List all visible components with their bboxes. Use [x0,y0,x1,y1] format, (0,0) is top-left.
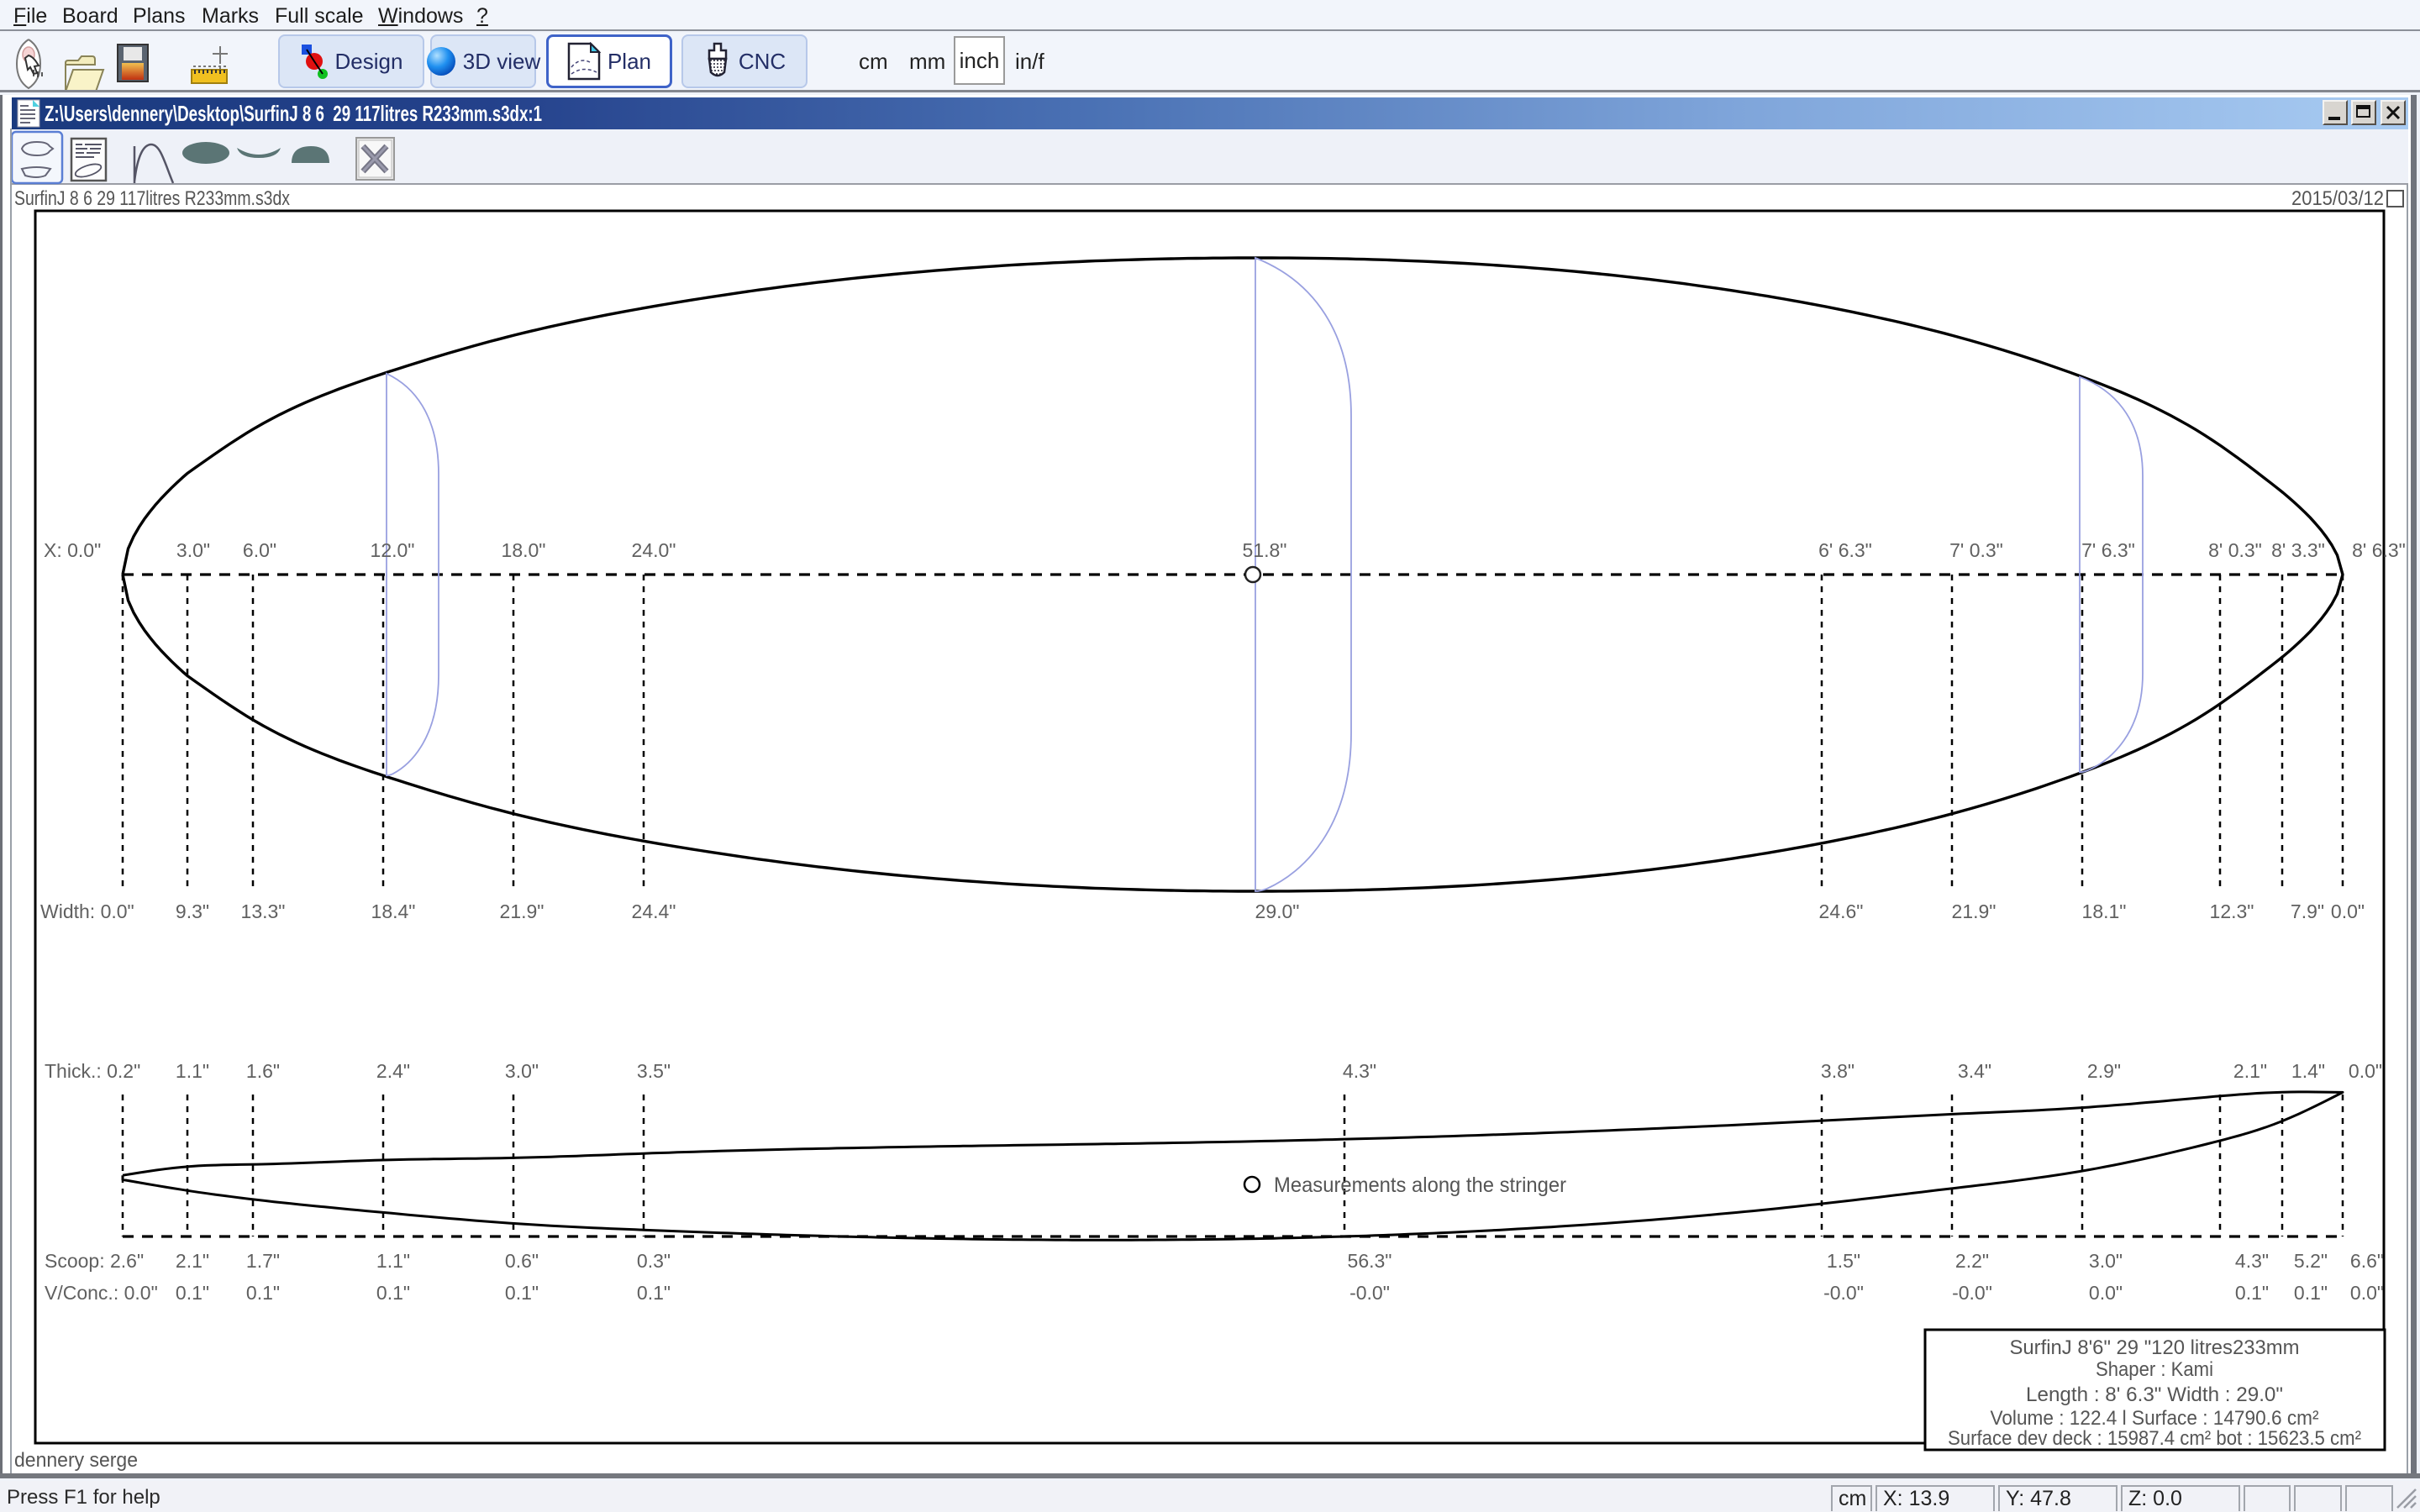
svg-text:Measurements along the stringe: Measurements along the stringer [1274,1173,1566,1197]
svg-text:4.3": 4.3" [2235,1250,2269,1272]
svg-text:0.1": 0.1" [246,1282,280,1304]
svg-text:0.1": 0.1" [176,1282,209,1304]
svg-text:Scoop: 2.6": Scoop: 2.6" [45,1250,144,1272]
svg-text:2.9": 2.9" [2087,1060,2121,1082]
svg-text:8' 6.3": 8' 6.3" [2352,539,2406,561]
svg-text:dennery serge: dennery serge [14,1449,138,1472]
svg-text:3.0": 3.0" [505,1060,539,1082]
svg-text:Width: 0.0": Width: 0.0" [40,900,134,922]
svg-text:0.0": 0.0" [2331,900,2365,922]
svg-text:5.2": 5.2" [2294,1250,2328,1272]
svg-text:-0.0": -0.0" [1952,1282,1992,1304]
svg-text:1.4": 1.4" [2291,1060,2325,1082]
svg-text:3.8": 3.8" [1821,1060,1854,1082]
svg-text:-0.0": -0.0" [1823,1282,1864,1304]
svg-text:0.6": 0.6" [505,1250,539,1272]
svg-text:24.0": 24.0" [632,539,676,561]
svg-text:51.8": 51.8" [1243,539,1287,561]
svg-text:Surface dev deck : 15987.4 cm²: Surface dev deck : 15987.4 cm² bot : 156… [1948,1427,2361,1450]
svg-text:2.1": 2.1" [2233,1060,2267,1082]
svg-text:9.3": 9.3" [176,900,209,922]
svg-text:0.1": 0.1" [505,1282,539,1304]
svg-text:SurfinJ 8 6 29 117litres R233: SurfinJ 8 6 29 117litres R233mm.s3dx [14,187,290,210]
svg-text:0.0": 0.0" [2350,1282,2384,1304]
svg-text:21.9": 21.9" [1952,900,1996,922]
svg-text:Thick.: 0.2": Thick.: 0.2" [45,1060,140,1082]
svg-text:0.1": 0.1" [376,1282,410,1304]
svg-text:2015/03/12: 2015/03/12 [2291,187,2384,210]
svg-text:8' 3.3": 8' 3.3" [2271,539,2325,561]
svg-text:0.1": 0.1" [637,1282,671,1304]
svg-text:3.0": 3.0" [176,539,210,561]
svg-text:12.3": 12.3" [2210,900,2254,922]
svg-text:Shaper : Kami: Shaper : Kami [2096,1358,2213,1381]
svg-text:3.0": 3.0" [2089,1250,2123,1272]
svg-text:12.0": 12.0" [371,539,415,561]
svg-text:1.1": 1.1" [376,1250,410,1272]
svg-text:0.0": 0.0" [2089,1282,2123,1304]
svg-text:7.9": 7.9" [2291,900,2324,922]
svg-text:7' 0.3": 7' 0.3" [1949,539,2003,561]
svg-text:18.4": 18.4" [371,900,416,922]
svg-text:Volume : 122.4 l Surface : 14: Volume : 122.4 l Surface : 14790.6 cm² [1991,1407,2319,1430]
svg-text:3.4": 3.4" [1958,1060,1991,1082]
svg-text:3.5": 3.5" [637,1060,671,1082]
svg-text:Length : 8' 6.3" Width : 29.0: Length : 8' 6.3" Width : 29.0" [2026,1383,2283,1406]
svg-text:8' 0.3": 8' 0.3" [2208,539,2262,561]
svg-text:0.3": 0.3" [637,1250,671,1272]
svg-text:0.1": 0.1" [2294,1282,2328,1304]
svg-text:2.2": 2.2" [1955,1250,1989,1272]
svg-text:6.0": 6.0" [243,539,276,561]
svg-text:-0.0": -0.0" [1349,1282,1390,1304]
svg-text:18.1": 18.1" [2082,900,2127,922]
svg-text:2.1": 2.1" [176,1250,209,1272]
svg-text:0.0": 0.0" [2349,1060,2382,1082]
svg-text:29.0": 29.0" [1255,900,1300,922]
svg-text:V/Conc.: 0.0": V/Conc.: 0.0" [45,1282,158,1304]
svg-text:SurfinJ 8'6" 29 "120 litres23: SurfinJ 8'6" 29 "120 litres233mm [2010,1336,2300,1359]
svg-text:1.1": 1.1" [176,1060,209,1082]
svg-text:56.3": 56.3" [1348,1250,1392,1272]
svg-text:1.5": 1.5" [1827,1250,1860,1272]
svg-text:6.6": 6.6" [2350,1250,2384,1272]
svg-text:1.7": 1.7" [246,1250,280,1272]
svg-text:2.4": 2.4" [376,1060,410,1082]
svg-text:6' 6.3": 6' 6.3" [1818,539,1872,561]
svg-text:4.3": 4.3" [1343,1060,1376,1082]
svg-text:18.0": 18.0" [502,539,546,561]
svg-text:24.6": 24.6" [1819,900,1864,922]
svg-text:21.9": 21.9" [500,900,544,922]
svg-text:13.3": 13.3" [241,900,286,922]
svg-text:7' 6.3": 7' 6.3" [2081,539,2135,561]
svg-text:1.6": 1.6" [246,1060,280,1082]
svg-text:0.1": 0.1" [2235,1282,2269,1304]
svg-text:24.4": 24.4" [632,900,676,922]
svg-text:X: 0.0": X: 0.0" [44,539,101,561]
